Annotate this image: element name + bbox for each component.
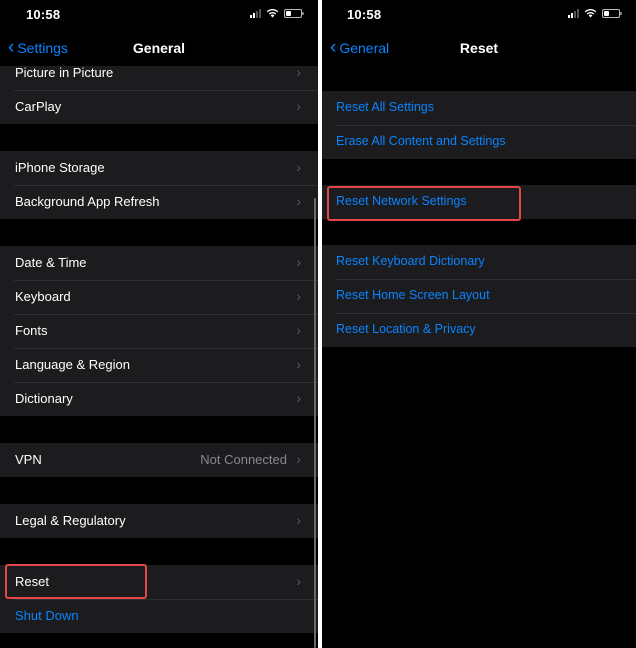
- status-bar: 10:58: [322, 0, 636, 30]
- chevron-right-icon: ›: [296, 98, 301, 114]
- row-label: Reset Keyboard Dictionary: [336, 254, 485, 268]
- row-label: Keyboard: [15, 289, 71, 304]
- chevron-right-icon: ›: [296, 193, 301, 209]
- chevron-right-icon: ›: [296, 451, 301, 467]
- row-label: VPN: [15, 452, 42, 467]
- row-keyboard[interactable]: Keyboard ›: [0, 280, 318, 314]
- row-iphone-storage[interactable]: iPhone Storage ›: [0, 151, 318, 185]
- row-label: Reset Network Settings: [336, 194, 467, 208]
- row-label: Shut Down: [15, 608, 79, 623]
- status-icons: [568, 8, 622, 18]
- chevron-right-icon: ›: [296, 390, 301, 406]
- nav-bar: ‹ General Reset: [322, 30, 636, 66]
- row-reset-keyboard-dictionary[interactable]: Reset Keyboard Dictionary: [322, 245, 636, 279]
- row-reset-network-settings[interactable]: Reset Network Settings: [322, 185, 636, 219]
- status-time: 10:58: [347, 7, 382, 22]
- row-reset[interactable]: Reset ›: [0, 565, 318, 599]
- cellular-signal-icon: [250, 8, 261, 18]
- status-icons: [250, 8, 304, 18]
- chevron-right-icon: ›: [296, 254, 301, 270]
- row-erase-all-content[interactable]: Erase All Content and Settings: [322, 125, 636, 159]
- reset-group: Reset All Settings Erase All Content and…: [322, 91, 636, 159]
- row-label: Erase All Content and Settings: [336, 134, 506, 148]
- row-language-region[interactable]: Language & Region ›: [0, 348, 318, 382]
- row-vpn[interactable]: VPN Not Connected ›: [0, 443, 318, 477]
- chevron-right-icon: ›: [296, 322, 301, 338]
- chevron-right-icon: ›: [296, 159, 301, 175]
- page-title: General: [132, 40, 186, 56]
- chevron-right-icon: ›: [296, 288, 301, 304]
- cellular-signal-icon: [568, 8, 579, 18]
- reset-screen: 10:58 ‹ General Reset Reset All Settings…: [322, 0, 636, 648]
- chevron-right-icon: ›: [296, 573, 301, 589]
- row-label: Legal & Regulatory: [15, 513, 126, 528]
- row-reset-location-privacy[interactable]: Reset Location & Privacy: [322, 313, 636, 347]
- row-label: iPhone Storage: [15, 160, 105, 175]
- row-fonts[interactable]: Fonts ›: [0, 314, 318, 348]
- wifi-icon: [266, 8, 279, 18]
- chevron-right-icon: ›: [296, 356, 301, 372]
- reset-group: Reset Network Settings: [322, 185, 636, 219]
- settings-group: VPN Not Connected ›: [0, 443, 318, 477]
- row-label: Reset All Settings: [336, 100, 434, 114]
- row-label: Reset Location & Privacy: [336, 322, 476, 336]
- row-label: Date & Time: [15, 255, 87, 270]
- row-picture-in-picture[interactable]: Picture in Picture ›: [0, 66, 318, 90]
- row-label: CarPlay: [15, 99, 62, 114]
- row-label: Background App Refresh: [15, 194, 160, 209]
- settings-group: Legal & Regulatory ›: [0, 504, 318, 538]
- nav-bar: ‹ Settings General: [0, 30, 318, 66]
- status-time: 10:58: [26, 7, 61, 22]
- row-label: Fonts: [15, 323, 48, 338]
- row-label: Language & Region: [15, 357, 130, 372]
- settings-group: iPhone Storage › Background App Refresh ›: [0, 151, 318, 219]
- row-reset-home-screen-layout[interactable]: Reset Home Screen Layout: [322, 279, 636, 313]
- vpn-status-value: Not Connected: [200, 452, 287, 467]
- row-label: Reset Home Screen Layout: [336, 288, 490, 302]
- settings-group: Picture in Picture › CarPlay ›: [0, 66, 318, 124]
- chevron-right-icon: ›: [296, 512, 301, 528]
- row-carplay[interactable]: CarPlay ›: [0, 90, 318, 124]
- chevron-right-icon: ›: [296, 66, 301, 80]
- reset-group: Reset Keyboard Dictionary Reset Home Scr…: [322, 245, 636, 347]
- row-reset-all-settings[interactable]: Reset All Settings: [322, 91, 636, 125]
- row-label: Reset: [15, 574, 49, 589]
- row-legal-regulatory[interactable]: Legal & Regulatory ›: [0, 504, 318, 538]
- battery-icon: [284, 8, 304, 18]
- row-date-time[interactable]: Date & Time ›: [0, 246, 318, 280]
- row-label: Dictionary: [15, 391, 73, 406]
- general-settings-screen: 10:58 ‹ Settings General Picture in Pict…: [0, 0, 318, 648]
- settings-group: Reset › Shut Down: [0, 565, 318, 633]
- settings-list[interactable]: Picture in Picture › CarPlay › iPhone Stor…: [0, 66, 318, 648]
- page-title: Reset: [459, 40, 499, 56]
- scroll-indicator[interactable]: [314, 198, 316, 648]
- reset-options-list: Reset All Settings Erase All Content and…: [322, 66, 636, 648]
- status-bar: 10:58: [0, 0, 318, 30]
- battery-icon: [602, 8, 622, 18]
- row-label: Picture in Picture: [15, 66, 114, 80]
- row-shut-down[interactable]: Shut Down: [0, 599, 318, 633]
- wifi-icon: [584, 8, 597, 18]
- settings-group: Date & Time › Keyboard › Fonts › Language &…: [0, 246, 318, 416]
- row-background-app-refresh[interactable]: Background App Refresh ›: [0, 185, 318, 219]
- row-dictionary[interactable]: Dictionary ›: [0, 382, 318, 416]
